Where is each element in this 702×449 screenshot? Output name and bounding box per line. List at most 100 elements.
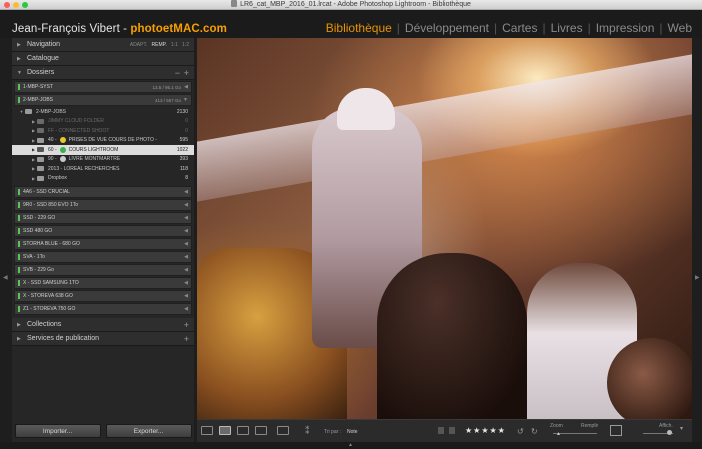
- survey-view-icon[interactable]: [255, 426, 267, 435]
- folder-icon: [37, 137, 44, 143]
- zoom-label: Zoom: [550, 423, 563, 429]
- folder-row[interactable]: ▶ FF - CONNECTED SHOOT 0: [12, 126, 194, 136]
- folder-row[interactable]: ▶ Dropbox 8: [12, 174, 194, 184]
- spray-can-icon[interactable]: ⁑: [305, 426, 310, 437]
- left-panel-toggle-icon[interactable]: ◀: [3, 274, 8, 281]
- people-view-icon[interactable]: [277, 426, 289, 435]
- volume-header[interactable]: 4A6 - SSD CRUCIAL ◀: [14, 186, 192, 198]
- collections-header[interactable]: ▶ Collections +: [12, 318, 194, 332]
- collapse-arrow-icon: ◀: [184, 84, 188, 90]
- folder-row[interactable]: ▶ JIMMY CLOUD FOLDER 0: [12, 117, 194, 127]
- volume-name: X - SSD SAMSUNG 1TO: [23, 280, 79, 286]
- zoom-option-1-2[interactable]: 1:2: [182, 42, 189, 48]
- sort-select[interactable]: Note: [347, 429, 358, 435]
- brand-accent: photoetMAC.com: [130, 23, 228, 35]
- folder-row[interactable]: ▶ 90 - LIVRE MONTMARTRE 393: [12, 155, 194, 165]
- collapse-triangle-icon: ▶: [17, 335, 21, 342]
- module-web[interactable]: Web: [668, 21, 692, 35]
- volume-header[interactable]: STORHA BLUE - 680 GO ◀: [14, 238, 192, 250]
- add-publish-service-icon[interactable]: +: [184, 334, 189, 344]
- reject-flag-icon[interactable]: [449, 427, 455, 434]
- zoom-slider-thumb[interactable]: ▲: [556, 431, 561, 437]
- volume-header[interactable]: SSD - 229 GO ◀: [14, 212, 192, 224]
- volume-header[interactable]: Z1 - STOREVA 750 GO ◀: [14, 303, 192, 315]
- navigator-header[interactable]: ▶ Navigation ADAPT. REMP. 1:1 1:2: [12, 38, 194, 52]
- volume-header[interactable]: X - SSD SAMSUNG 1TO ◀: [14, 277, 192, 289]
- identity-plate: Jean-François Vibert - photoetMAC.com Bi…: [0, 10, 702, 38]
- import-export-bar: Importer... Exporter...: [12, 420, 194, 442]
- volume-header[interactable]: SVA - 1To ◀: [14, 251, 192, 263]
- remove-folder-icon[interactable]: −: [175, 68, 180, 78]
- collapse-triangle-icon: ▶: [17, 55, 21, 62]
- right-edge: ▶: [692, 38, 702, 442]
- folder-expand-icon: ▶: [31, 118, 36, 124]
- loupe-info-icon[interactable]: [610, 425, 622, 436]
- zoom-option-1-1[interactable]: 1:1: [171, 42, 178, 48]
- collapse-arrow-icon: ◀: [184, 306, 188, 312]
- collapse-arrow-icon: ◀: [184, 241, 188, 247]
- module-separator: |: [493, 21, 498, 35]
- add-folder-icon[interactable]: +: [184, 68, 189, 78]
- brand-name: Jean-François Vibert - photoetMAC.com: [12, 23, 227, 35]
- collapse-arrow-icon: ◀: [184, 228, 188, 234]
- export-button[interactable]: Exporter...: [105, 424, 192, 438]
- folders-header[interactable]: ▼ Dossiers − +: [12, 66, 194, 80]
- folders-label: Dossiers: [27, 69, 55, 76]
- folder-count: 1022: [176, 146, 188, 153]
- volume-status-icon: [18, 293, 20, 299]
- volume-name: SVB - 229 Go: [23, 267, 54, 273]
- module-bibliotheque[interactable]: Bibliothèque: [326, 21, 392, 35]
- module-impression[interactable]: Impression: [596, 21, 655, 35]
- navigator-zoom-options: ADAPT. REMP. 1:1 1:2: [130, 42, 189, 48]
- folder-row[interactable]: ▶ 40 - PRISES DE VUE COURS DE PHOTO - 59…: [12, 136, 194, 146]
- module-cartes[interactable]: Cartes: [502, 21, 537, 35]
- loupe-photo[interactable]: [197, 38, 692, 419]
- expand-triangle-icon: ▼: [17, 69, 22, 76]
- volume-name: 1-MBP-SYST: [23, 84, 54, 90]
- rotate-left-icon[interactable]: ↺: [517, 427, 524, 436]
- folder-label-badge: [59, 137, 66, 144]
- add-collection-icon[interactable]: +: [184, 320, 189, 330]
- grid-view-icon[interactable]: [201, 426, 213, 435]
- volume-header[interactable]: SVB - 229 Go ◀: [14, 264, 192, 276]
- sort-label: Tri par :: [324, 429, 342, 435]
- compare-view-icon[interactable]: [237, 426, 249, 435]
- folder-icon: [37, 147, 44, 153]
- left-panel: ▶ Navigation ADAPT. REMP. 1:1 1:2 ▶ Cata…: [12, 38, 194, 442]
- folder-name: 2-MBP-JOBS: [36, 108, 67, 115]
- filmstrip-toggle-icon[interactable]: ▲: [348, 442, 353, 448]
- folder-expand-icon: ▶: [31, 156, 36, 162]
- folder-row[interactable]: ▶ 2013 - LOREAL RECHERCHES 118: [12, 164, 194, 174]
- volume-status-icon: [18, 267, 20, 273]
- collapse-arrow-icon: ◀: [184, 215, 188, 221]
- thumbnail-size-thumb[interactable]: [667, 430, 672, 435]
- pick-flag-icon[interactable]: [438, 427, 444, 434]
- volume-name: STORHA BLUE - 680 GO: [23, 241, 80, 247]
- module-developpement[interactable]: Développement: [405, 21, 489, 35]
- loupe-view-icon[interactable]: [219, 426, 231, 435]
- zoom-option-fit[interactable]: ADAPT.: [130, 42, 148, 48]
- star-rating[interactable]: ★★★★★: [465, 426, 506, 435]
- folder-icon: [37, 166, 44, 172]
- rotate-right-icon[interactable]: ↻: [531, 427, 538, 436]
- volume-header[interactable]: X - STOREVA 638 GO ◀: [14, 290, 192, 302]
- folder-label-badge: [59, 156, 66, 163]
- volume-header[interactable]: 1-MBP-SYST 13.5 / 95.1 Go ◀: [14, 81, 192, 93]
- publish-services-header[interactable]: ▶ Services de publication +: [12, 332, 194, 346]
- zoom-option-fill[interactable]: REMP.: [152, 42, 167, 48]
- volume-header[interactable]: 2-MBP-JOBS 413 / 557 Go ▼: [14, 94, 192, 106]
- right-panel-toggle-icon[interactable]: ▶: [695, 274, 700, 281]
- volume-header[interactable]: SSD 480 GO ◀: [14, 225, 192, 237]
- folder-row[interactable]: ▼ 2-MBP-JOBS 2130: [12, 107, 194, 117]
- zoom-fill-label: Remplir: [581, 423, 599, 429]
- folder-row-selected[interactable]: ▶ 60 - COURS LIGHTROOM 1022: [12, 145, 194, 155]
- import-button[interactable]: Importer...: [14, 424, 101, 438]
- volume-status-icon: [18, 241, 20, 247]
- volume-header[interactable]: 9R0 - SSD 850 EVO 1To ◀: [14, 199, 192, 211]
- module-livres[interactable]: Livres: [551, 21, 583, 35]
- catalog-header[interactable]: ▶ Catalogue: [12, 52, 194, 66]
- collapse-triangle-icon: ▶: [17, 321, 21, 328]
- collapse-arrow-icon: ◀: [184, 202, 188, 208]
- toolbar-menu-icon[interactable]: ▾: [680, 425, 683, 432]
- volume-name: Z1 - STOREVA 750 GO: [23, 306, 76, 312]
